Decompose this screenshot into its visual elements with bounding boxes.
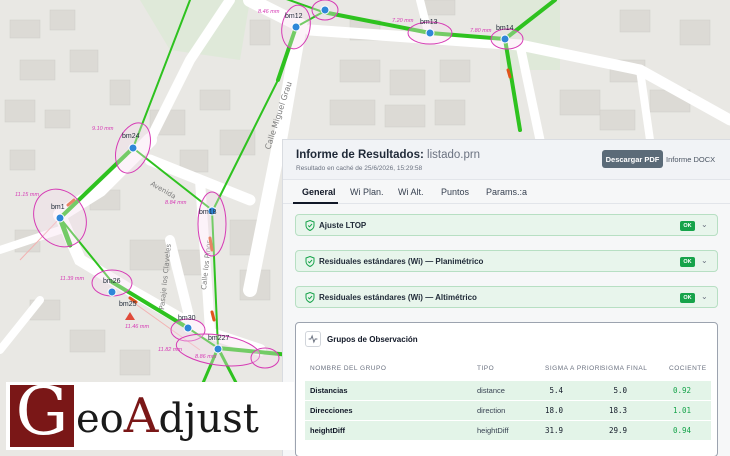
station-north — [320, 5, 330, 15]
sigma-a-priori: 5.4 — [549, 386, 563, 395]
shield-check-icon — [305, 220, 315, 231]
station-label-bm18: bm18 — [199, 209, 217, 216]
table-row[interactable]: Direcciones direction 18.0 18.3 1.01 — [305, 401, 711, 420]
column-header-sigma-a-priori: SIGMA A PRIORI — [545, 365, 603, 372]
status-badge: OK — [680, 221, 695, 231]
logo-initial: G — [15, 373, 69, 450]
groups-header: Grupos de Observación — [296, 323, 717, 355]
observation-groups-card: Grupos de Observación NOMBRE DEL GRUPO T… — [295, 322, 718, 456]
station-bm227 — [213, 344, 223, 354]
ellipse-label-bm1: 11.15 mm — [15, 192, 39, 198]
ellipse-label-bm227: 11.82 mm — [158, 347, 182, 353]
section-residuales-planimetrico[interactable]: Residuales estándares (Wi) — Planimétric… — [295, 250, 718, 272]
tab-params[interactable]: Params.:a — [486, 187, 527, 197]
station-label-bm24: bm24 — [122, 133, 140, 140]
results-panel: Informe de Resultados: listado.prn Resul… — [282, 139, 730, 456]
panel-header: Informe de Resultados: listado.prn Resul… — [283, 140, 730, 180]
column-header-tipo: TIPO — [477, 365, 495, 372]
section-label: Residuales estándares (Wi) — Planimétric… — [319, 257, 484, 266]
ellipse-label-bm18: 8.84 mm — [165, 200, 187, 206]
station-label-bm13: bm13 — [420, 19, 438, 26]
sigma-a-priori: 18.0 — [544, 406, 563, 415]
logo-text-part: eo — [76, 396, 124, 442]
group-type: distance — [477, 386, 505, 395]
section-residuales-altimetrico[interactable]: Residuales estándares (Wi) — Altimétrico… — [295, 286, 718, 308]
ellipse-label-bm12: 8.46 mm — [258, 9, 280, 15]
station-bm14 — [500, 34, 510, 44]
station-bm13 — [425, 28, 435, 38]
activity-icon — [305, 331, 321, 347]
sigma-final: 29.9 — [608, 426, 627, 435]
docx-report-button[interactable]: Informe DOCX — [666, 155, 715, 164]
station-bm30 — [183, 323, 193, 333]
ellipse-label-bm30: 8.86 mm — [195, 354, 217, 360]
section-label: Residuales estándares (Wi) — Altimétrico — [319, 293, 477, 302]
group-name: heightDiff — [310, 426, 345, 435]
chevron-down-icon[interactable]: ⌄ — [701, 220, 708, 229]
cociente: 0.94 — [672, 426, 691, 435]
station-bm24 — [128, 143, 138, 153]
logo-text-part: djust — [158, 396, 259, 442]
station-label-bm30: bm30 — [178, 315, 196, 322]
logo-wordmark: eoAdjust — [76, 392, 259, 443]
download-pdf-button[interactable]: Descargar PDF — [602, 150, 663, 168]
geoadjust-logo: G eoAdjust — [6, 376, 294, 450]
report-cache-note: Resultado en caché de 25/6/2026, 15:29:5… — [296, 165, 423, 172]
ellipse-label-bm24: 9.10 mm — [92, 126, 114, 132]
station-label-bm25: bm25 — [119, 301, 137, 308]
logo-text-cap: A — [123, 388, 159, 444]
tab-wi-plan[interactable]: Wi Plan. — [350, 187, 384, 197]
tab-puntos[interactable]: Puntos — [441, 187, 469, 197]
station-label-bm14: bm14 — [496, 25, 514, 32]
tab-general[interactable]: General — [302, 187, 336, 197]
column-header-cociente: COCIENTE — [669, 365, 707, 372]
section-ajuste-ltop[interactable]: Ajuste LTOP OK ⌄ — [295, 214, 718, 236]
station-bm26 — [107, 287, 117, 297]
station-label-bm1: bm1 — [51, 204, 65, 211]
table-row[interactable]: Distancias distance 5.4 5.0 0.92 — [305, 381, 711, 400]
report-title: Informe de Resultados: listado.prn — [296, 149, 480, 161]
groups-title: Grupos de Observación — [327, 335, 418, 344]
sigma-final: 18.3 — [608, 406, 627, 415]
ellipse-label-bm13: 7.20 mm — [392, 18, 414, 24]
station-label-bm26: bm26 — [103, 278, 121, 285]
shield-check-icon — [305, 292, 315, 303]
ellipse-label-bm26: 11.39 mm — [60, 276, 84, 282]
cociente: 1.01 — [672, 406, 691, 415]
column-header-nombre: NOMBRE DEL GRUPO — [310, 365, 387, 372]
status-badge: OK — [680, 257, 695, 267]
section-label: Ajuste LTOP — [319, 221, 367, 230]
chevron-down-icon[interactable]: ⌄ — [701, 256, 708, 265]
sigma-final: 5.0 — [613, 386, 627, 395]
group-name: Distancias — [310, 386, 348, 395]
cociente: 0.92 — [672, 386, 691, 395]
group-type: heightDiff — [477, 426, 509, 435]
group-name: Direcciones — [310, 406, 353, 415]
report-title-label: Informe de Resultados: — [296, 149, 424, 161]
station-label-bm12: bm12 — [285, 13, 303, 20]
results-tabs: General Wi Plan. Wi Alt. Puntos Params.:… — [283, 181, 730, 204]
shield-check-icon — [305, 256, 315, 267]
status-badge: OK — [680, 293, 695, 303]
station-label-bm227: bm227 — [208, 335, 230, 342]
report-file-name: listado.prn — [427, 149, 481, 161]
ellipse-label-bm14: 7.80 mm — [470, 28, 492, 34]
active-tab-indicator — [293, 202, 338, 204]
ellipse-label-bm25: 11.46 mm — [125, 324, 149, 330]
column-header-sigma-final: SIGMA FINAL — [601, 365, 648, 372]
sigma-a-priori: 31.9 — [544, 426, 563, 435]
station-bm12 — [291, 22, 301, 32]
tab-wi-alt[interactable]: Wi Alt. — [398, 187, 424, 197]
table-row[interactable]: heightDiff heightDiff 31.9 29.9 0.94 — [305, 421, 711, 440]
group-type: direction — [477, 406, 506, 415]
station-bm1 — [55, 213, 65, 223]
chevron-down-icon[interactable]: ⌄ — [701, 292, 708, 301]
